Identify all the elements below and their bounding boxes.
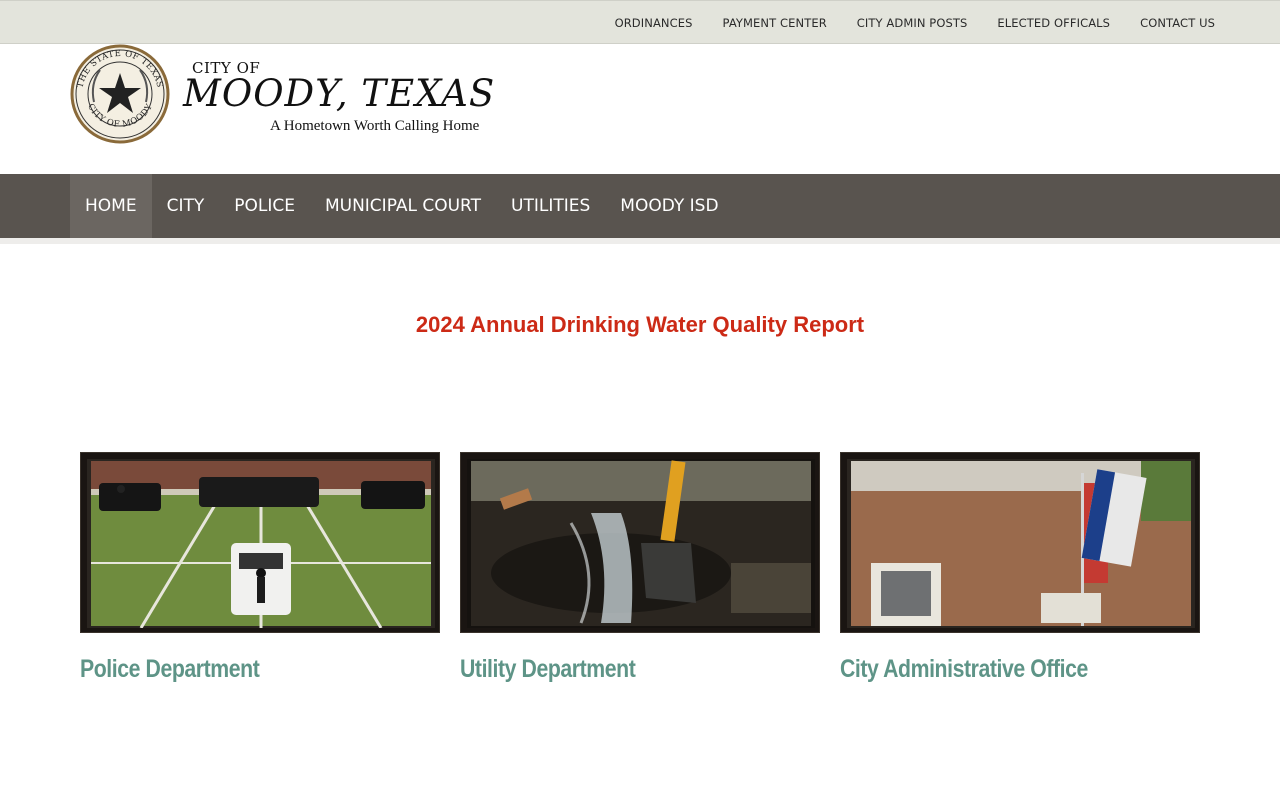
card-police: Police Department — [80, 452, 440, 684]
utility-nav: ORDINANCES PAYMENT CENTER CITY ADMIN POS… — [600, 1, 1230, 45]
main-nav-link-moody-isd[interactable]: MOODY ISD — [605, 174, 733, 238]
utility-department-link[interactable]: Utility Department — [460, 655, 766, 684]
card-utility: Utility Department — [460, 452, 820, 684]
card-city-admin: City Administrative Office — [840, 452, 1200, 684]
city-admin-office-photo[interactable] — [840, 452, 1200, 633]
utility-link-ordinances[interactable]: ORDINANCES — [600, 1, 708, 45]
nav-divider — [0, 238, 1280, 244]
site-header: THE STATE OF TEXAS CITY OF MOODY CITY OF… — [0, 44, 1280, 174]
main-nav: HOME CITY POLICE MUNICIPAL COURT UTILITI… — [0, 174, 1280, 238]
police-department-link[interactable]: Police Department — [80, 655, 386, 684]
utility-link-payment-center[interactable]: PAYMENT CENTER — [708, 1, 842, 45]
main-nav-item-municipal-court: MUNICIPAL COURT — [310, 174, 496, 238]
headline-section: 2024 Annual Drinking Water Quality Repor… — [0, 312, 1280, 338]
main-nav-link-municipal-court[interactable]: MUNICIPAL COURT — [310, 174, 496, 238]
utility-link-contact-us[interactable]: CONTACT US — [1125, 1, 1230, 45]
water-quality-report-link[interactable]: 2024 Annual Drinking Water Quality Repor… — [416, 312, 864, 337]
logo-tagline: A Hometown Worth Calling Home — [270, 118, 480, 134]
main-nav-item-moody-isd: MOODY ISD — [605, 174, 733, 238]
city-admin-office-link[interactable]: City Administrative Office — [840, 655, 1146, 684]
main-nav-link-utilities[interactable]: UTILITIES — [496, 174, 605, 238]
main-nav-link-police[interactable]: POLICE — [219, 174, 310, 238]
main-nav-link-city[interactable]: CITY — [152, 174, 220, 238]
main-nav-link-home[interactable]: HOME — [70, 174, 152, 238]
main-nav-item-city: CITY — [152, 174, 220, 238]
main-nav-item-police: POLICE — [219, 174, 310, 238]
city-seal-icon: THE STATE OF TEXAS CITY OF MOODY — [70, 44, 170, 144]
main-nav-item-home: HOME — [70, 174, 152, 238]
site-logo[interactable]: THE STATE OF TEXAS CITY OF MOODY CITY OF… — [70, 44, 494, 144]
main-nav-item-utilities: UTILITIES — [496, 174, 605, 238]
utility-link-city-admin-posts[interactable]: CITY ADMIN POSTS — [842, 1, 983, 45]
utility-link-elected-officials[interactable]: ELECTED OFFICALS — [982, 1, 1125, 45]
police-department-photo[interactable] — [80, 452, 440, 633]
logo-city-name: MOODY, TEXAS — [183, 72, 496, 115]
utility-department-photo[interactable] — [460, 452, 820, 633]
utility-bar: ORDINANCES PAYMENT CENTER CITY ADMIN POS… — [0, 0, 1280, 44]
